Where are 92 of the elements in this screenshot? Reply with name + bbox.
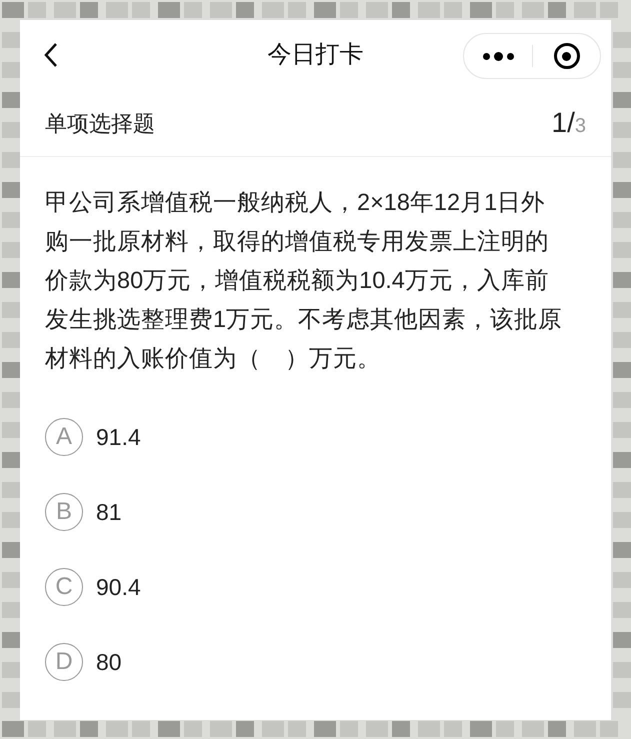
frame-tile xyxy=(613,632,631,648)
frame-tile xyxy=(2,32,20,48)
frame-tile xyxy=(613,122,631,138)
frame-tile xyxy=(158,2,180,18)
frame-tile xyxy=(132,721,150,737)
frame-tile xyxy=(613,542,631,558)
frame-tile xyxy=(314,721,336,737)
frame-tile xyxy=(2,392,20,408)
frame-tile xyxy=(613,602,631,618)
frame-tile xyxy=(613,92,631,108)
frame-tile xyxy=(184,2,202,18)
frame-tile xyxy=(132,2,150,18)
frame-tile xyxy=(262,2,284,18)
frame-tile xyxy=(574,721,596,737)
frame-tile xyxy=(2,152,20,168)
frame-tile xyxy=(613,482,631,498)
frame-tile xyxy=(2,92,20,108)
question-type: 单项选择题 xyxy=(45,110,155,138)
frame-tile xyxy=(613,182,631,198)
nav-title: 今日打卡 xyxy=(266,40,364,70)
frame-tile xyxy=(2,332,20,348)
frame-tile xyxy=(54,2,76,18)
frame-tile xyxy=(366,721,388,737)
frame-tile xyxy=(54,721,76,737)
frame-tile xyxy=(2,2,24,18)
frame-tile xyxy=(613,212,631,228)
frame-tile xyxy=(496,2,514,18)
frame-tile xyxy=(613,242,631,258)
current-number: 1/ xyxy=(552,106,575,140)
frame-tile xyxy=(314,2,336,18)
frame-tile xyxy=(613,302,631,318)
frame-tile xyxy=(548,2,566,18)
frame-tile xyxy=(392,721,410,737)
frame-tile xyxy=(2,721,24,737)
frame-tile xyxy=(613,692,631,708)
frame-tile xyxy=(2,632,20,648)
frame-tile xyxy=(80,721,98,737)
frame-tile xyxy=(288,2,306,18)
answer-option[interactable]: C 90.4 xyxy=(45,568,586,606)
frame-tile xyxy=(613,572,631,588)
frame-tile xyxy=(236,2,254,18)
frame-tile xyxy=(418,2,440,18)
frame-tile xyxy=(418,721,440,737)
frame-tile xyxy=(2,572,20,588)
frame-tile xyxy=(210,721,232,737)
frame-tile xyxy=(613,362,631,378)
frame-tile xyxy=(470,721,492,737)
frame-tile xyxy=(613,272,631,288)
frame-tile xyxy=(613,422,631,438)
frame-tile xyxy=(522,2,544,18)
frame-tile xyxy=(600,721,618,737)
frame-tile xyxy=(106,2,128,18)
frame-tile xyxy=(80,2,98,18)
question-text: 甲公司系增值税一般纳税人，2×18年12月1日外购一批原材料，取得的增值税专用发票上注明的价款为80万元，增值税税额为10.4万元，入库前发生挑选整理费1万元。不考虑其他因素，该批原材料的入账价值为（ ）万元。 xyxy=(44,188,564,373)
frame-tile xyxy=(613,332,631,348)
frame-tile xyxy=(2,212,20,228)
frame-tile xyxy=(28,721,46,737)
frame-tile xyxy=(613,392,631,408)
frame-tile xyxy=(613,32,631,48)
frame-tile xyxy=(548,721,566,737)
total-number: 3 xyxy=(574,115,586,139)
frame-tile xyxy=(613,512,631,528)
answer-option[interactable]: D 80 xyxy=(45,643,586,681)
answer-option[interactable]: A 91.4 xyxy=(45,418,586,456)
frame-tile xyxy=(613,452,631,468)
frame-tile xyxy=(106,721,128,737)
frame-tile xyxy=(613,152,631,168)
frame-tile xyxy=(613,662,631,678)
frame-tile xyxy=(210,2,232,18)
frame-tile xyxy=(444,2,462,18)
frame-tile xyxy=(366,2,388,18)
frame-tile xyxy=(613,62,631,78)
frame-tile xyxy=(340,721,358,737)
frame-tile xyxy=(392,2,410,18)
frame-tile xyxy=(496,721,514,737)
frame-tile xyxy=(340,2,358,18)
frame-tile xyxy=(2,452,20,468)
frame-tile xyxy=(2,272,20,288)
frame-tile xyxy=(262,721,284,737)
frame-tile xyxy=(158,721,180,737)
frame-tile xyxy=(2,692,20,708)
frame-tile xyxy=(28,2,46,18)
answer-option[interactable]: B 81 xyxy=(45,493,586,531)
frame-tile xyxy=(288,721,306,737)
frame-tile xyxy=(184,721,202,737)
frame-tile xyxy=(600,2,618,18)
frame-tile xyxy=(574,2,596,18)
frame-tile xyxy=(522,721,544,737)
frame-tile xyxy=(236,721,254,737)
frame-tile xyxy=(2,512,20,528)
frame-tile xyxy=(444,721,462,737)
frame-tile xyxy=(470,2,492,18)
